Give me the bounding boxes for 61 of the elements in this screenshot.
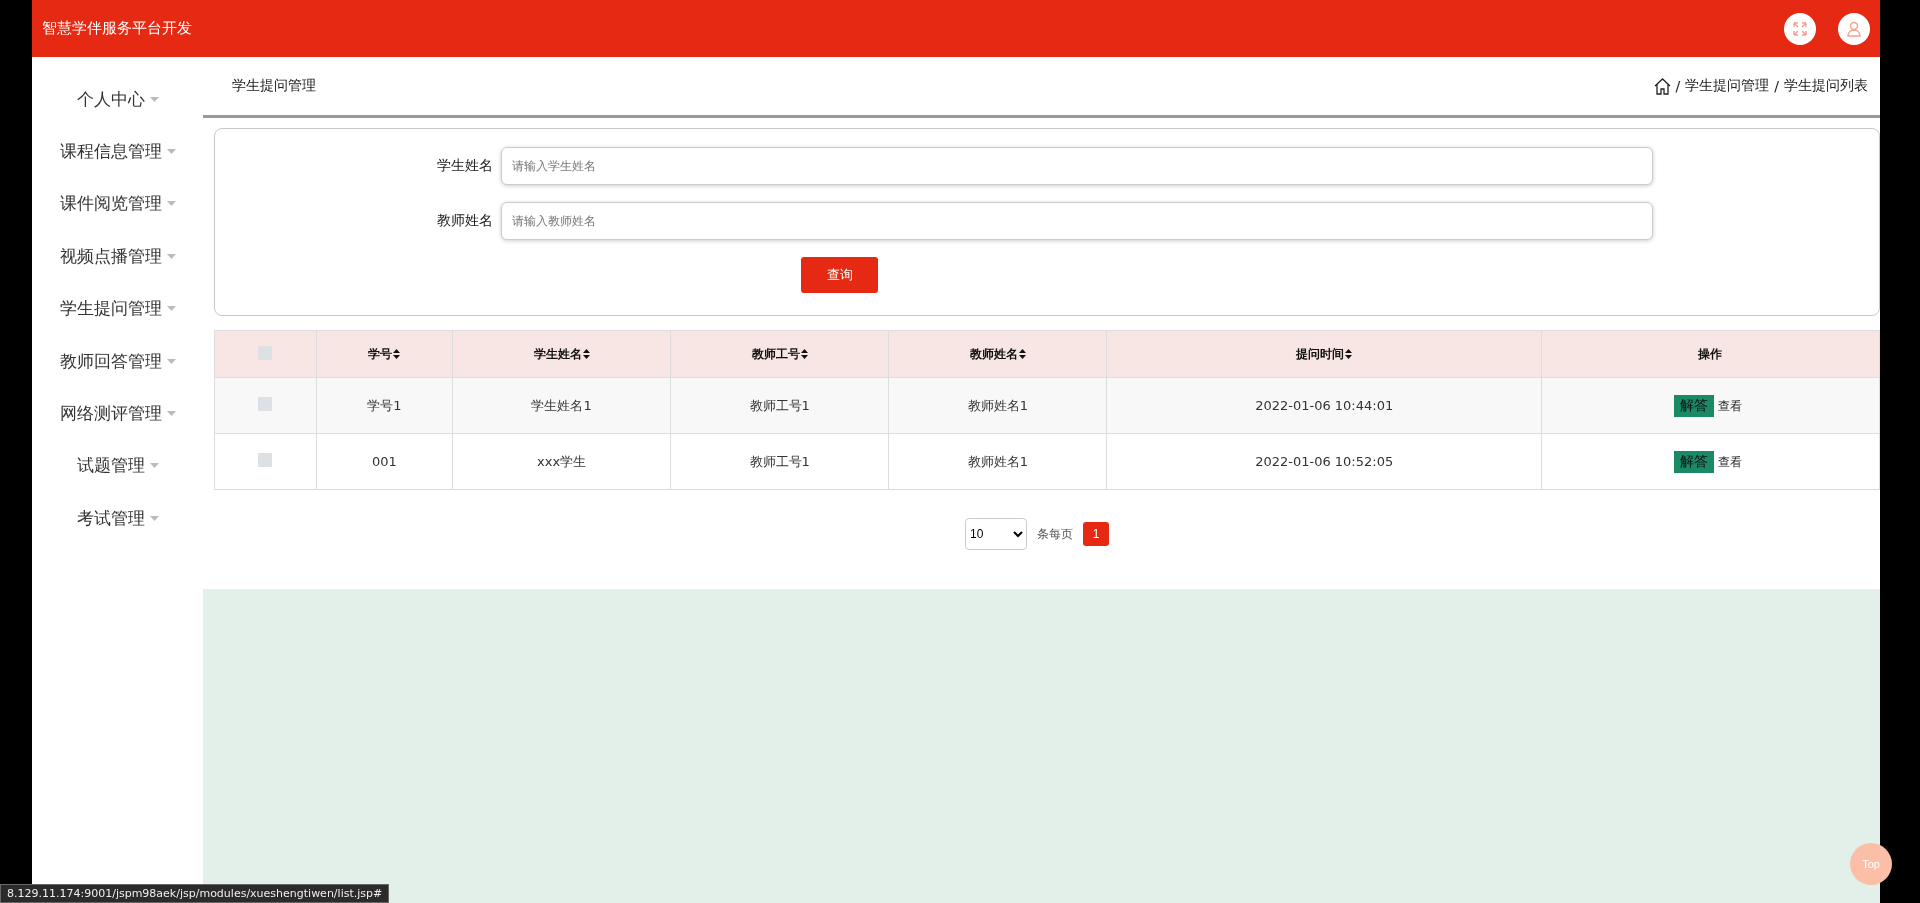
answer-button[interactable]: 解答: [1674, 450, 1715, 473]
sidebar-item[interactable]: 个人中心: [76, 73, 159, 126]
user-icon: [1847, 20, 1861, 37]
sidebar-item[interactable]: 试题管理: [76, 439, 159, 493]
sidebar-item[interactable]: 教师回答管理: [59, 334, 176, 388]
user-button[interactable]: [1838, 12, 1870, 45]
column-header[interactable]: 教师姓名: [888, 330, 1107, 378]
table-cell: 001: [316, 433, 453, 490]
answer-button[interactable]: 解答: [1674, 394, 1715, 417]
page-title: 学生提问管理: [232, 77, 316, 95]
column-header[interactable]: 学号: [316, 330, 453, 378]
column-header: 操作: [1541, 330, 1880, 378]
fullscreen-button[interactable]: [1784, 12, 1816, 45]
caret-icon: [166, 149, 176, 155]
column-header[interactable]: 提问时间: [1106, 330, 1542, 378]
search-field[interactable]: 请输入学生姓名: [501, 147, 1653, 185]
breadcrumb-link[interactable]: 学生提问管理: [1685, 77, 1770, 95]
view-link[interactable]: 查看: [1714, 395, 1747, 417]
page-size-select[interactable]: 10: [965, 518, 1027, 550]
sidebar-item[interactable]: 考试管理: [76, 492, 159, 545]
query-button[interactable]: 查询: [801, 257, 878, 293]
app-title: 智慧学伴服务平台开发: [42, 19, 193, 38]
field-label: 学生姓名: [436, 157, 493, 175]
breadcrumb-separator: /: [1774, 78, 1779, 94]
column-header[interactable]: 教师工号: [670, 330, 889, 378]
table-cell: 教师姓名1: [888, 433, 1107, 490]
table-cell: 2022-01-06 10:44:01: [1106, 377, 1542, 434]
page-button[interactable]: 1: [1083, 522, 1109, 546]
select-all-checkbox[interactable]: [258, 345, 273, 360]
view-link[interactable]: 查看: [1714, 451, 1747, 473]
field-label: 教师姓名: [436, 212, 493, 230]
table-cell: 教师工号1: [670, 433, 889, 490]
sidebar-item[interactable]: 视频点播管理: [59, 230, 176, 283]
sidebar-item[interactable]: 学生提问管理: [59, 282, 176, 335]
row-checkbox[interactable]: [258, 397, 273, 411]
table-cell: 学生姓名1: [452, 377, 671, 434]
table-cell: xxx学生: [452, 433, 671, 490]
table-cell: 教师姓名1: [888, 377, 1107, 434]
page-size-label: 条每页: [1037, 525, 1073, 543]
table-cell: 教师工号1: [670, 377, 889, 434]
search-field[interactable]: 请输入教师姓名: [501, 202, 1653, 240]
breadcrumb-link[interactable]: 学生提问列表: [1784, 77, 1868, 95]
table-cell: 2022-01-06 10:52:05: [1106, 433, 1542, 490]
caret-icon: [166, 201, 176, 207]
sidebar-item[interactable]: 课件阅览管理: [59, 177, 176, 231]
breadcrumb-separator: /: [1675, 78, 1681, 94]
sidebar-item[interactable]: 网络测评管理: [59, 387, 176, 440]
caret-icon: [166, 358, 176, 364]
expand-icon: [1793, 21, 1807, 36]
status-url: 8.129.11.174:9001/jspm98aek/jsp/modules/xueshengtiwen/list.jsp#: [0, 884, 390, 903]
caret-icon: [166, 306, 176, 312]
sidebar-item[interactable]: 课程信息管理: [59, 125, 176, 178]
row-checkbox[interactable]: [258, 453, 273, 467]
caret-icon: [149, 463, 159, 469]
caret-icon: [166, 411, 176, 417]
column-header[interactable]: 学生姓名: [452, 330, 671, 378]
caret-icon: [149, 515, 159, 521]
home-icon[interactable]: [1653, 77, 1671, 95]
caret-icon: [166, 253, 176, 259]
caret-icon: [149, 96, 159, 102]
table-cell: 学号1: [316, 377, 453, 434]
